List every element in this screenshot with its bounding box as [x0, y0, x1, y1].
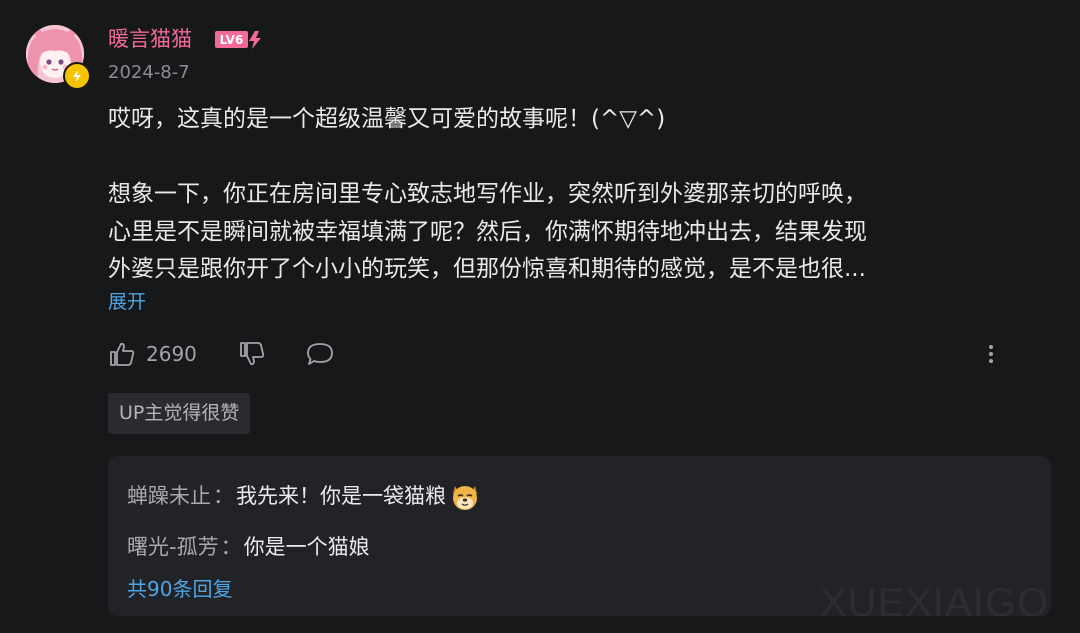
- chat-bubble-icon: [307, 343, 333, 365]
- reply-separator: ：: [213, 484, 234, 508]
- reply-text: 你是一个猫娘: [243, 535, 370, 559]
- comment-card: 暖言猫猫 LV6 2024-8-7 哎呀，这真的是一个超级温馨又可爱的故事呢！(…: [0, 0, 1080, 633]
- like-button[interactable]: 2690: [108, 340, 197, 368]
- reply-button[interactable]: [305, 340, 335, 372]
- level-text: LV6: [220, 33, 244, 47]
- thumbs-down-icon: [240, 342, 265, 366]
- action-bar: 2690: [0, 336, 1080, 376]
- verified-badge: [63, 62, 91, 90]
- like-count: 2690: [146, 342, 197, 366]
- expand-link[interactable]: 展开: [108, 287, 146, 317]
- more-options-button[interactable]: [978, 340, 1004, 372]
- level-badge: LV6: [215, 31, 261, 49]
- reply-text: 我先来！你是一袋猫粮: [236, 484, 446, 508]
- comment-date: 2024-8-7: [108, 62, 190, 83]
- watermark: XUEXIAIGO: [820, 581, 1050, 625]
- vertical-dots-icon: [989, 345, 993, 363]
- view-all-replies-link[interactable]: 共90条回复: [127, 574, 232, 604]
- up-liked-tag: UP主觉得很赞: [108, 393, 251, 434]
- thumbs-up-icon: [110, 342, 135, 366]
- dislike-button[interactable]: [238, 340, 266, 372]
- lightning-icon: [73, 70, 81, 82]
- comment-line-blank: [108, 139, 1048, 177]
- username[interactable]: 暖言猫猫: [108, 25, 192, 53]
- reply-username[interactable]: 蝉躁未止: [127, 481, 211, 511]
- comment-line: 想象一下，你正在房间里专心致志地写作业，突然听到外婆那亲切的呼唤，: [108, 181, 867, 207]
- reply-item[interactable]: 曙光-孤芳 ： 你是一个猫娘: [127, 532, 370, 562]
- reply-item[interactable]: 蝉躁未止 ： 我先来！你是一袋猫粮: [127, 480, 481, 512]
- comment-line: 哎呀，这真的是一个超级温馨又可爱的故事呢！(^▽^): [108, 106, 666, 132]
- dog-face-emoji: [453, 486, 477, 510]
- reply-separator: ：: [220, 535, 242, 559]
- comment-line: 外婆只是跟你开了个小小的玩笑，但那份惊喜和期待的感觉，是不是也很...: [108, 256, 866, 282]
- reply-username[interactable]: 曙光-孤芳: [127, 532, 219, 562]
- comment-line: 心里是不是瞬间就被幸福填满了呢？然后，你满怀期待地冲出去，结果发现: [108, 218, 867, 245]
- comment-body: 哎呀，这真的是一个超级温馨又可爱的故事呢！(^▽^) 想象一下，你正在房间里专心…: [108, 101, 1048, 289]
